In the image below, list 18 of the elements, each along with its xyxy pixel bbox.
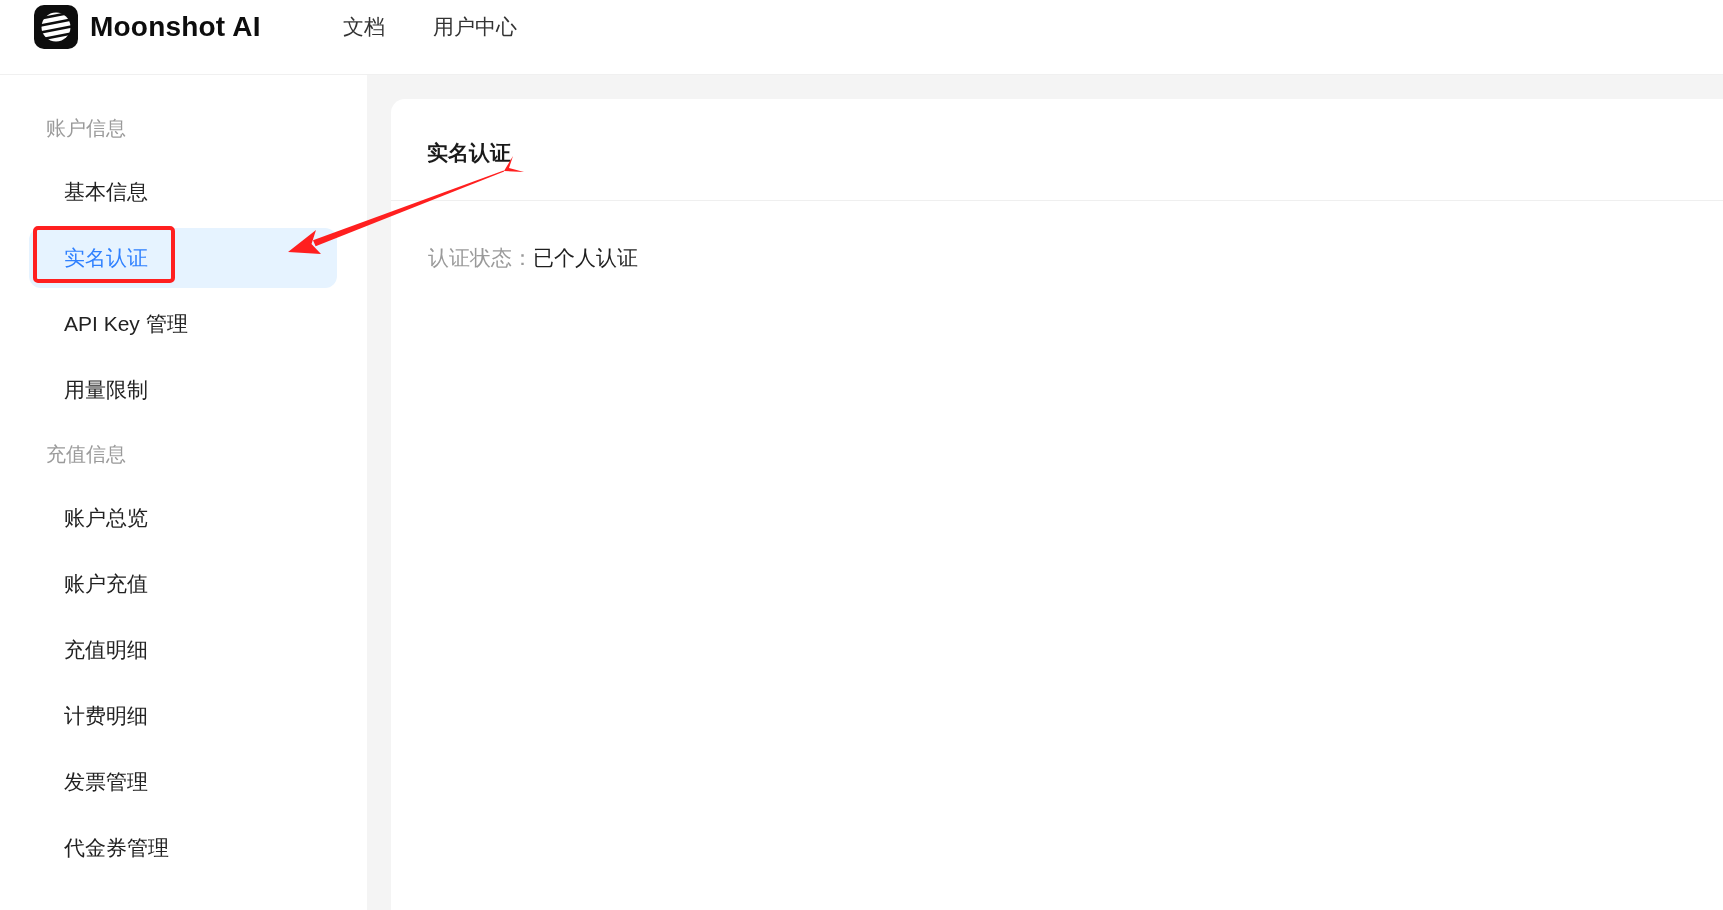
nav-link[interactable]: 文档 bbox=[342, 14, 385, 40]
sidebar-item[interactable]: 代金券管理 bbox=[29, 818, 337, 878]
sidebar-item[interactable]: 发票管理 bbox=[29, 752, 337, 812]
nav-link[interactable]: 用户中心 bbox=[432, 14, 517, 40]
brand-name: Moonshot AI bbox=[90, 13, 261, 41]
sidebar-item[interactable]: 计费明细 bbox=[29, 686, 337, 746]
field-value: 已个人认证 bbox=[533, 245, 638, 271]
sidebar-item[interactable]: 用量限制 bbox=[29, 360, 337, 420]
section-title: 实名认证 bbox=[427, 139, 511, 166]
field-label: 认证状态： bbox=[428, 245, 533, 271]
sidebar-group-title: 账户信息 bbox=[45, 116, 127, 141]
sidebar-item[interactable]: API Key 管理 bbox=[29, 294, 337, 354]
sidebar-group-title: 充值信息 bbox=[45, 442, 127, 467]
sidebar-item[interactable]: 充值明细 bbox=[29, 620, 337, 680]
sidebar-item[interactable]: 账户充值 bbox=[29, 554, 337, 614]
sidebar-item[interactable]: 基本信息 bbox=[29, 162, 337, 222]
logo-icon bbox=[34, 5, 78, 49]
sidebar-item[interactable]: 账户总览 bbox=[29, 488, 337, 548]
